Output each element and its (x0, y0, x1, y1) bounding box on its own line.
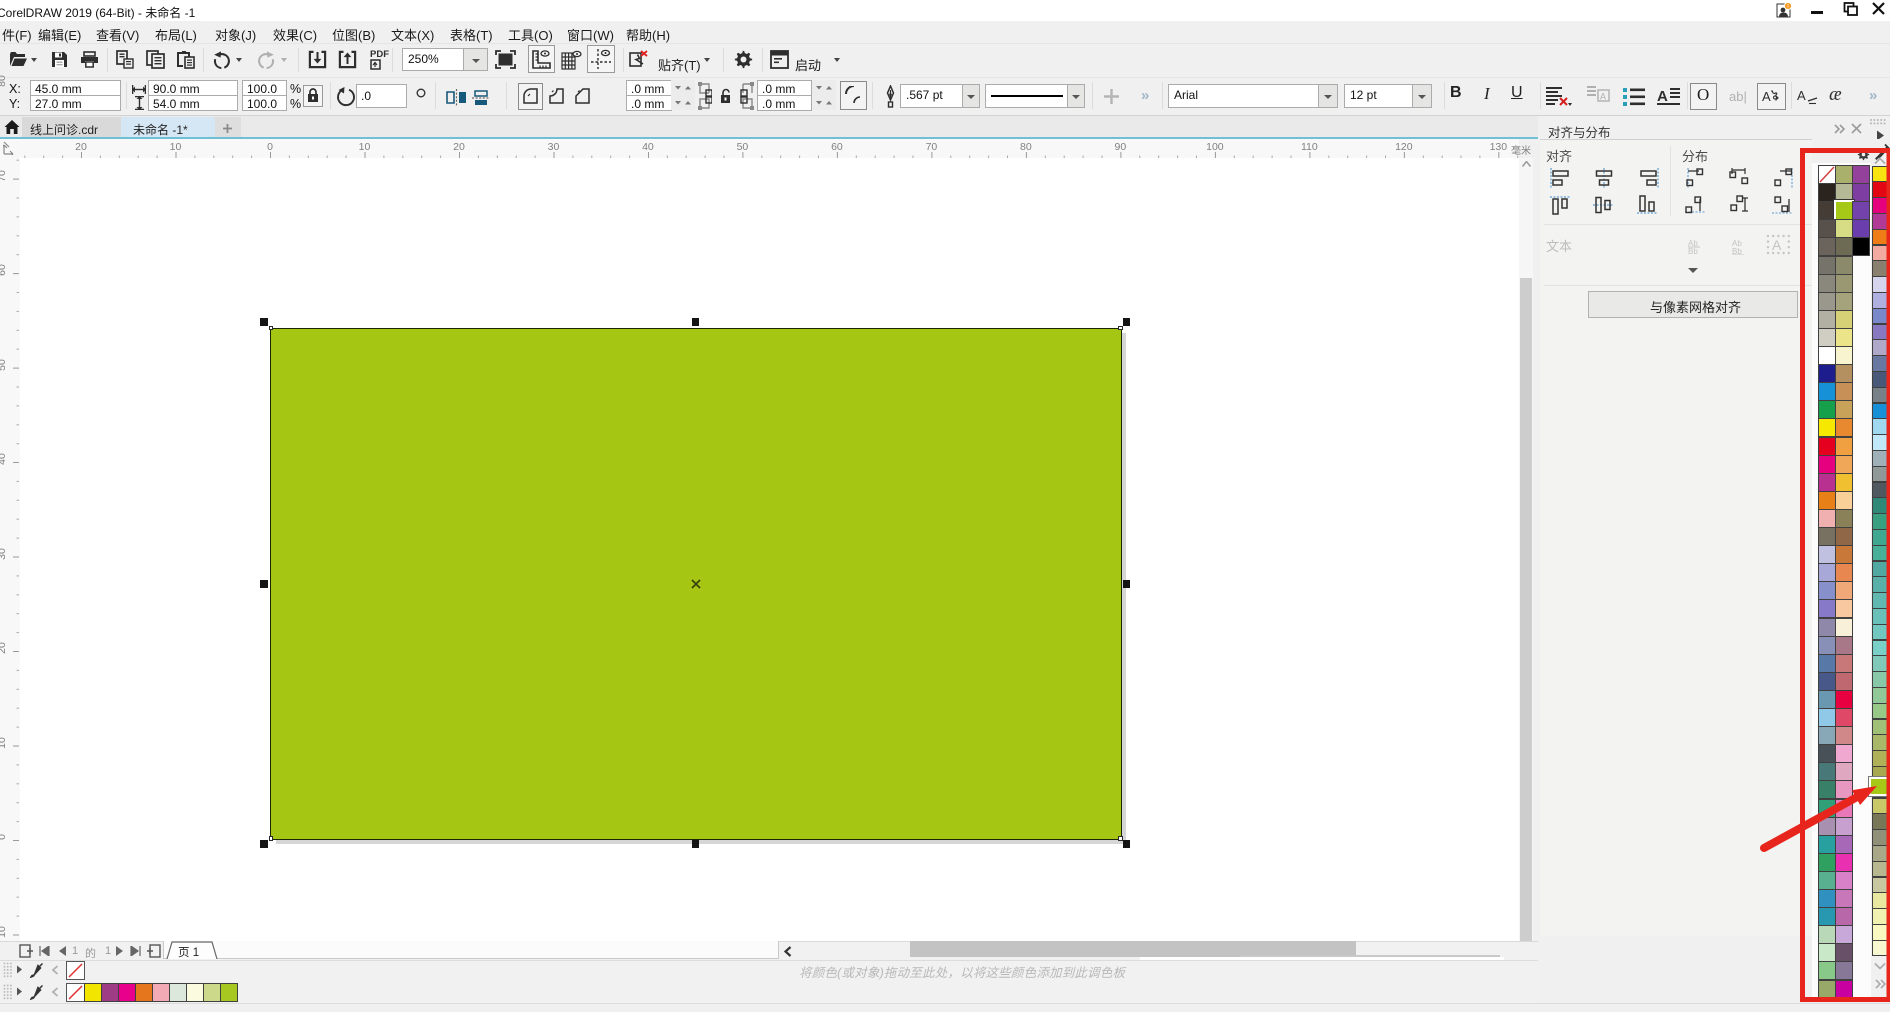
svg-text:PDF: PDF (370, 49, 389, 60)
svg-text:A: A (1772, 237, 1782, 253)
svg-text:A: A (1797, 88, 1806, 103)
svg-text:A: A (1657, 88, 1668, 105)
svg-text:!: ! (1787, 4, 1789, 11)
svg-text:Bb: Bb (1688, 247, 1698, 255)
svg-text:Bb: Bb (1732, 247, 1742, 255)
svg-text:A: A (1600, 92, 1606, 102)
svg-text:A: A (1762, 89, 1771, 104)
